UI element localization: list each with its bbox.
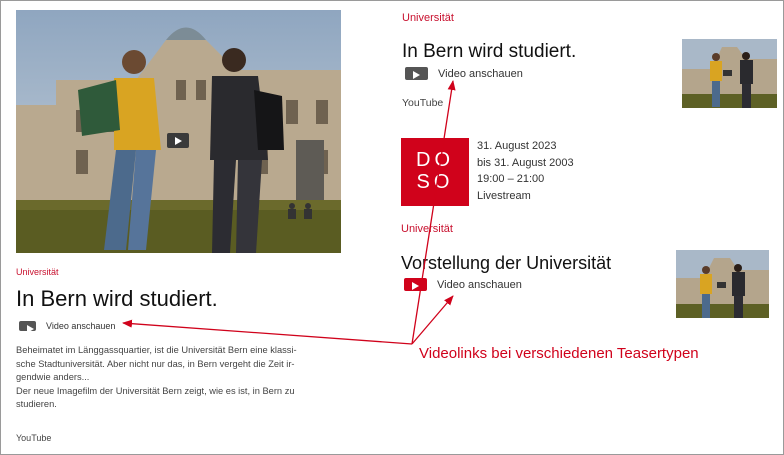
students-thumbnail — [676, 250, 769, 318]
event-info: 31. August 2023 bis 31. August 2003 19:0… — [477, 138, 574, 204]
students-photo — [16, 10, 341, 253]
top-right-kicker[interactable]: Universität — [402, 12, 454, 24]
annotation-note: Videolinks bei verschiedenen Teasertypen — [419, 345, 699, 362]
left-title[interactable]: In Bern wird studiert. — [16, 286, 218, 312]
description-line: sche Stadtuniversität. Aber nicht nur da… — [16, 358, 295, 369]
top-right-video-link[interactable]: Video anschauen — [405, 67, 523, 80]
video-link-label: Video anschauen — [438, 67, 523, 80]
top-right-thumbnail[interactable] — [682, 39, 777, 108]
event-date-to: bis 31. August 2003 — [477, 156, 574, 169]
description-line: studieren. — [16, 399, 57, 409]
doso-logo[interactable]: DO SO — [401, 138, 469, 206]
description-line: Der neue Imagefilm der Universität Bern … — [16, 385, 295, 396]
event-location: Livestream — [477, 189, 531, 202]
hero-image[interactable] — [16, 10, 341, 253]
description-line: gendwie anders... — [16, 372, 90, 382]
top-right-title[interactable]: In Bern wird studiert. — [402, 41, 576, 63]
top-right-source: YouTube — [402, 97, 444, 109]
play-icon — [19, 321, 36, 333]
left-video-link[interactable]: Video anschauen — [19, 321, 116, 333]
logo-line: SO — [416, 171, 454, 193]
play-icon — [404, 278, 427, 291]
play-icon — [405, 67, 428, 80]
logo-line: DO — [416, 149, 454, 171]
video-link-label: Video anschauen — [437, 278, 522, 291]
event-date-from: 31. August 2023 — [477, 140, 557, 152]
play-icon[interactable] — [167, 133, 189, 148]
bottom-right-video-link[interactable]: Video anschauen — [404, 278, 522, 291]
video-link-label: Video anschauen — [46, 321, 116, 331]
students-thumbnail — [682, 39, 777, 108]
left-source: YouTube — [16, 433, 52, 443]
left-description: Beheimatet im Länggassquartier, ist die … — [16, 344, 336, 412]
event-time: 19:00 – 21:00 — [477, 173, 545, 185]
bottom-right-kicker[interactable]: Universität — [401, 223, 453, 235]
bottom-right-title[interactable]: Vorstellung der Universität — [401, 253, 611, 274]
description-line: Beheimatet im Länggassquartier, ist die … — [16, 345, 297, 355]
bottom-right-thumbnail[interactable] — [676, 250, 769, 318]
left-kicker[interactable]: Universität — [16, 267, 59, 277]
